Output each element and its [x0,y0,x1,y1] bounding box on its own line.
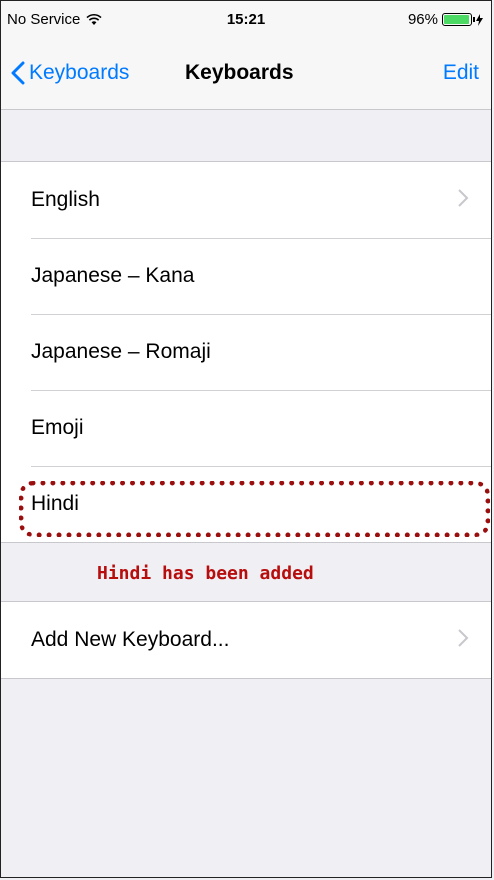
back-label: Keyboards [29,61,130,84]
screen: No Service 15:21 96% Keyboards Keyboards… [0,0,492,878]
battery-icon [442,13,475,26]
chevron-right-icon [458,629,469,647]
list-item-label: English [31,188,100,211]
page-title: Keyboards [185,61,294,84]
list-item-japanese-romaji[interactable]: Japanese – Romaji [1,314,491,390]
list-item-label: Japanese – Romaji [31,340,211,363]
add-keyboard-group: Add New Keyboard... [1,601,491,679]
chevron-right-icon [458,189,469,207]
back-button[interactable]: Keyboards [11,61,129,85]
list-item-label: Emoji [31,416,84,439]
status-bar: No Service 15:21 96% [1,1,491,41]
annotation-text: Hindi has been added [97,563,314,584]
edit-button[interactable]: Edit [443,61,479,85]
navigation-bar: Keyboards Keyboards Edit [1,41,491,110]
list-item-label: Japanese – Kana [31,264,195,287]
list-item-english[interactable]: English [1,162,491,238]
chevron-left-icon [11,61,25,85]
add-new-keyboard-item[interactable]: Add New Keyboard... [1,602,491,678]
highlight-outline [19,481,490,537]
list-item-emoji[interactable]: Emoji [1,390,491,466]
status-right: 96% [408,11,483,28]
list-item-japanese-kana[interactable]: Japanese – Kana [1,238,491,314]
battery-percent: 96% [407,11,438,28]
charging-icon [476,13,483,26]
list-item-label: Add New Keyboard... [31,628,230,651]
